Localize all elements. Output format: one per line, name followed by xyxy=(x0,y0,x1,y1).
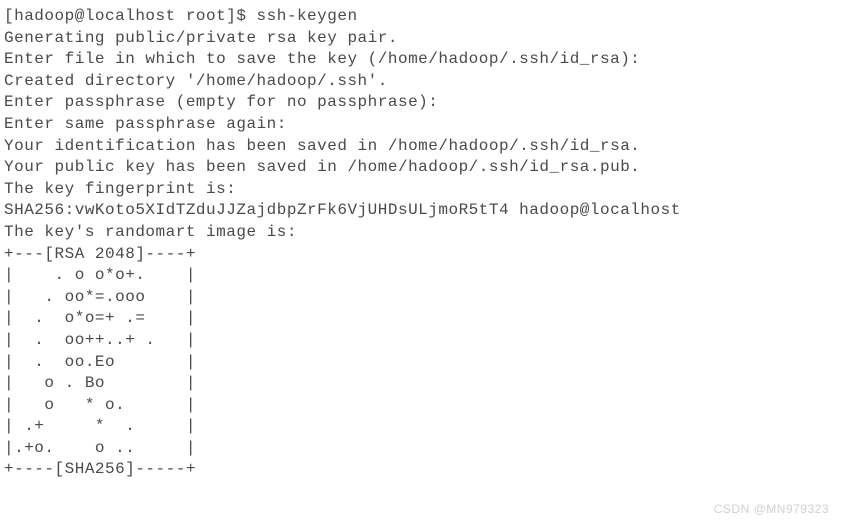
output-line: Your public key has been saved in /home/… xyxy=(4,157,843,179)
randomart-line: | . o o*o+. | xyxy=(4,265,843,287)
output-line: SHA256:vwKoto5XIdTZduJJZajdbpZrFk6VjUHDs… xyxy=(4,200,843,222)
randomart-line: | . oo*=.ooo | xyxy=(4,287,843,309)
randomart-line: +----[SHA256]-----+ xyxy=(4,459,843,481)
output-line: Enter same passphrase again: xyxy=(4,114,843,136)
randomart-line: | .+ * . | xyxy=(4,416,843,438)
output-line: Created directory '/home/hadoop/.ssh'. xyxy=(4,71,843,93)
prompt-line: [hadoop@localhost root]$ ssh-keygen xyxy=(4,6,843,28)
output-line: Enter file in which to save the key (/ho… xyxy=(4,49,843,71)
output-line: Generating public/private rsa key pair. xyxy=(4,28,843,50)
randomart-line: +---[RSA 2048]----+ xyxy=(4,244,843,266)
randomart-line: | o . Bo | xyxy=(4,373,843,395)
terminal-output: [hadoop@localhost root]$ ssh-keygen Gene… xyxy=(4,6,843,481)
watermark-text: CSDN @MN979323 xyxy=(714,501,829,517)
randomart-line: |.+o. o .. | xyxy=(4,438,843,460)
output-line: Enter passphrase (empty for no passphras… xyxy=(4,92,843,114)
randomart-line: | . o*o=+ .= | xyxy=(4,308,843,330)
randomart-line: | o * o. | xyxy=(4,395,843,417)
randomart-line: | . oo++..+ . | xyxy=(4,330,843,352)
output-line: The key's randomart image is: xyxy=(4,222,843,244)
output-line: The key fingerprint is: xyxy=(4,179,843,201)
randomart-line: | . oo.Eo | xyxy=(4,352,843,374)
output-line: Your identification has been saved in /h… xyxy=(4,136,843,158)
